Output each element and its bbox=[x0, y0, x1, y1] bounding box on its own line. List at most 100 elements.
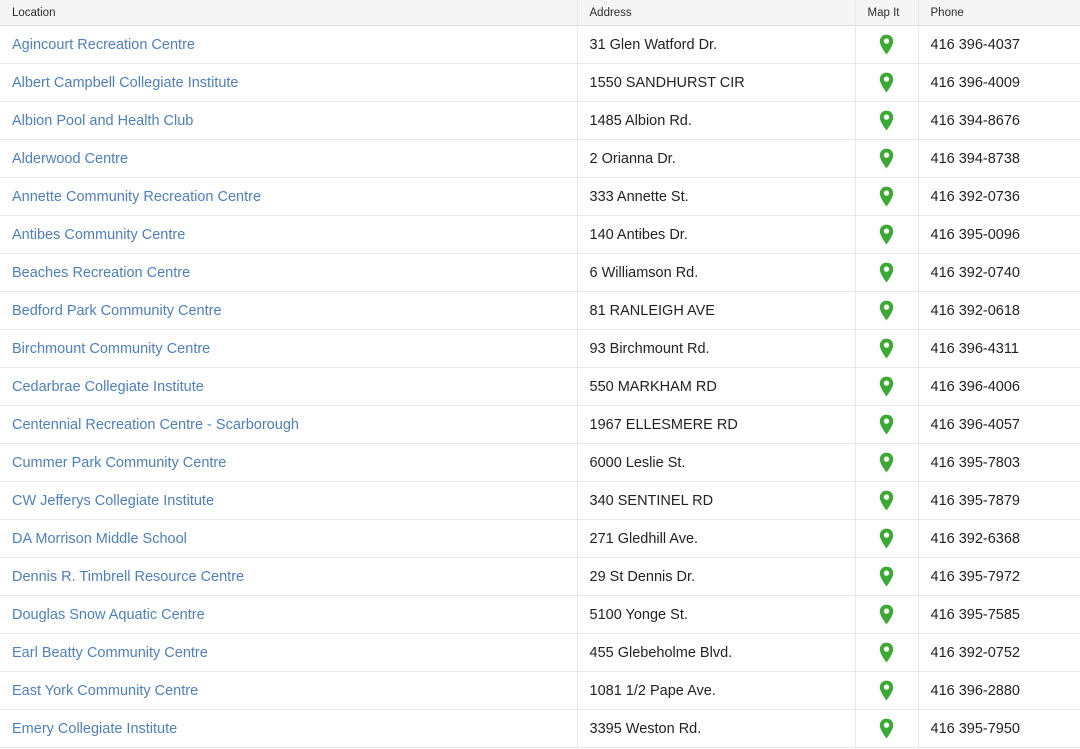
cell-map-it[interactable] bbox=[855, 25, 919, 64]
cell-location: Dennis R. Timbrell Resource Centre bbox=[0, 557, 578, 596]
cell-map-it[interactable] bbox=[855, 557, 919, 596]
column-header-location[interactable]: Location bbox=[0, 0, 578, 26]
location-link[interactable]: Alderwood Centre bbox=[12, 151, 128, 167]
cell-location: CW Jefferys Collegiate Institute bbox=[0, 481, 578, 520]
location-link[interactable]: Birchmount Community Centre bbox=[12, 341, 210, 357]
cell-address: 2 Orianna Dr. bbox=[577, 139, 856, 178]
locations-table: Location Address Map It Phone Agincourt … bbox=[0, 0, 1080, 748]
map-pin-icon[interactable] bbox=[879, 376, 894, 397]
cell-phone: 416 396-4006 bbox=[918, 367, 1080, 406]
map-pin-icon[interactable] bbox=[879, 186, 894, 207]
map-pin-icon[interactable] bbox=[879, 718, 894, 739]
column-header-address[interactable]: Address bbox=[577, 0, 856, 26]
table-row: East York Community Centre 1081 1/2 Pape … bbox=[0, 671, 1080, 710]
map-pin-icon[interactable] bbox=[879, 34, 894, 55]
cell-map-it[interactable] bbox=[855, 215, 919, 254]
location-link[interactable]: Agincourt Recreation Centre bbox=[12, 37, 195, 53]
cell-phone: 416 395-7803 bbox=[918, 443, 1080, 482]
cell-map-it[interactable] bbox=[855, 101, 919, 140]
cell-map-it[interactable] bbox=[855, 671, 919, 710]
cell-phone: 416 395-7972 bbox=[918, 557, 1080, 596]
map-pin-icon[interactable] bbox=[879, 300, 894, 321]
cell-map-it[interactable] bbox=[855, 595, 919, 634]
cell-map-it[interactable] bbox=[855, 329, 919, 368]
cell-phone: 416 396-2880 bbox=[918, 671, 1080, 710]
location-link[interactable]: Annette Community Recreation Centre bbox=[12, 189, 261, 205]
table-row: DA Morrison Middle School 271 Gledhill Av… bbox=[0, 519, 1080, 558]
table-row: Bedford Park Community Centre 81 RANLEIGH… bbox=[0, 291, 1080, 330]
cell-location: DA Morrison Middle School bbox=[0, 519, 578, 558]
cell-phone: 416 392-0618 bbox=[918, 291, 1080, 330]
cell-map-it[interactable] bbox=[855, 177, 919, 216]
cell-map-it[interactable] bbox=[855, 519, 919, 558]
location-link[interactable]: Douglas Snow Aquatic Centre bbox=[12, 607, 205, 623]
location-link[interactable]: Bedford Park Community Centre bbox=[12, 303, 222, 319]
cell-map-it[interactable] bbox=[855, 443, 919, 482]
map-pin-icon[interactable] bbox=[879, 452, 894, 473]
table-row: Centennial Recreation Centre - Scarborou… bbox=[0, 405, 1080, 444]
location-link[interactable]: Beaches Recreation Centre bbox=[12, 265, 190, 281]
column-header-map-it[interactable]: Map It bbox=[855, 0, 919, 26]
location-link[interactable]: Emery Collegiate Institute bbox=[12, 721, 177, 737]
cell-phone: 416 392-0740 bbox=[918, 253, 1080, 292]
location-link[interactable]: Earl Beatty Community Centre bbox=[12, 645, 208, 661]
cell-phone: 416 395-7585 bbox=[918, 595, 1080, 634]
table-row: Cummer Park Community Centre 6000 Leslie … bbox=[0, 443, 1080, 482]
location-link[interactable]: East York Community Centre bbox=[12, 683, 198, 699]
cell-phone: 416 392-0752 bbox=[918, 633, 1080, 672]
location-link[interactable]: Dennis R. Timbrell Resource Centre bbox=[12, 569, 244, 585]
location-link[interactable]: CW Jefferys Collegiate Institute bbox=[12, 493, 214, 509]
map-pin-icon[interactable] bbox=[879, 642, 894, 663]
cell-location: Douglas Snow Aquatic Centre bbox=[0, 595, 578, 634]
table-row: Annette Community Recreation Centre 333 A… bbox=[0, 177, 1080, 216]
cell-location: Beaches Recreation Centre bbox=[0, 253, 578, 292]
map-pin-icon[interactable] bbox=[879, 566, 894, 587]
cell-map-it[interactable] bbox=[855, 253, 919, 292]
cell-address: 31 Glen Watford Dr. bbox=[577, 25, 856, 64]
cell-location: Albion Pool and Health Club bbox=[0, 101, 578, 140]
cell-map-it[interactable] bbox=[855, 481, 919, 520]
cell-map-it[interactable] bbox=[855, 633, 919, 672]
table-row: Douglas Snow Aquatic Centre 5100 Yonge St… bbox=[0, 595, 1080, 634]
table-row: Alderwood Centre 2 Orianna Dr. 416 394-873… bbox=[0, 139, 1080, 178]
map-pin-icon[interactable] bbox=[879, 338, 894, 359]
cell-address: 6 Williamson Rd. bbox=[577, 253, 856, 292]
cell-location: Alderwood Centre bbox=[0, 139, 578, 178]
cell-map-it[interactable] bbox=[855, 291, 919, 330]
cell-address: 140 Antibes Dr. bbox=[577, 215, 856, 254]
map-pin-icon[interactable] bbox=[879, 148, 894, 169]
cell-location: East York Community Centre bbox=[0, 671, 578, 710]
cell-address: 333 Annette St. bbox=[577, 177, 856, 216]
cell-address: 455 Glebeholme Blvd. bbox=[577, 633, 856, 672]
map-pin-icon[interactable] bbox=[879, 262, 894, 283]
map-pin-icon[interactable] bbox=[879, 680, 894, 701]
cell-address: 93 Birchmount Rd. bbox=[577, 329, 856, 368]
location-link[interactable]: Centennial Recreation Centre - Scarborou… bbox=[12, 417, 299, 433]
cell-map-it[interactable] bbox=[855, 139, 919, 178]
location-link[interactable]: Cummer Park Community Centre bbox=[12, 455, 226, 471]
table-row: Emery Collegiate Institute 3395 Weston Rd… bbox=[0, 709, 1080, 748]
location-link[interactable]: Albert Campbell Collegiate Institute bbox=[12, 75, 238, 91]
cell-address: 1081 1/2 Pape Ave. bbox=[577, 671, 856, 710]
cell-address: 340 SENTINEL RD bbox=[577, 481, 856, 520]
map-pin-icon[interactable] bbox=[879, 490, 894, 511]
location-link[interactable]: Cedarbrae Collegiate Institute bbox=[12, 379, 204, 395]
location-link[interactable]: Albion Pool and Health Club bbox=[12, 113, 193, 129]
cell-map-it[interactable] bbox=[855, 405, 919, 444]
map-pin-icon[interactable] bbox=[879, 414, 894, 435]
table-body: Agincourt Recreation Centre 31 Glen Watfo… bbox=[0, 25, 1080, 748]
map-pin-icon[interactable] bbox=[879, 110, 894, 131]
cell-address: 29 St Dennis Dr. bbox=[577, 557, 856, 596]
map-pin-icon[interactable] bbox=[879, 72, 894, 93]
cell-map-it[interactable] bbox=[855, 63, 919, 102]
map-pin-icon[interactable] bbox=[879, 604, 894, 625]
location-link[interactable]: Antibes Community Centre bbox=[12, 227, 185, 243]
map-pin-icon[interactable] bbox=[879, 528, 894, 549]
map-pin-icon[interactable] bbox=[879, 224, 894, 245]
cell-location: Agincourt Recreation Centre bbox=[0, 25, 578, 64]
cell-map-it[interactable] bbox=[855, 709, 919, 748]
location-link[interactable]: DA Morrison Middle School bbox=[12, 531, 187, 547]
cell-map-it[interactable] bbox=[855, 367, 919, 406]
column-header-phone[interactable]: Phone bbox=[918, 0, 1080, 26]
cell-address: 1550 SANDHURST CIR bbox=[577, 63, 856, 102]
